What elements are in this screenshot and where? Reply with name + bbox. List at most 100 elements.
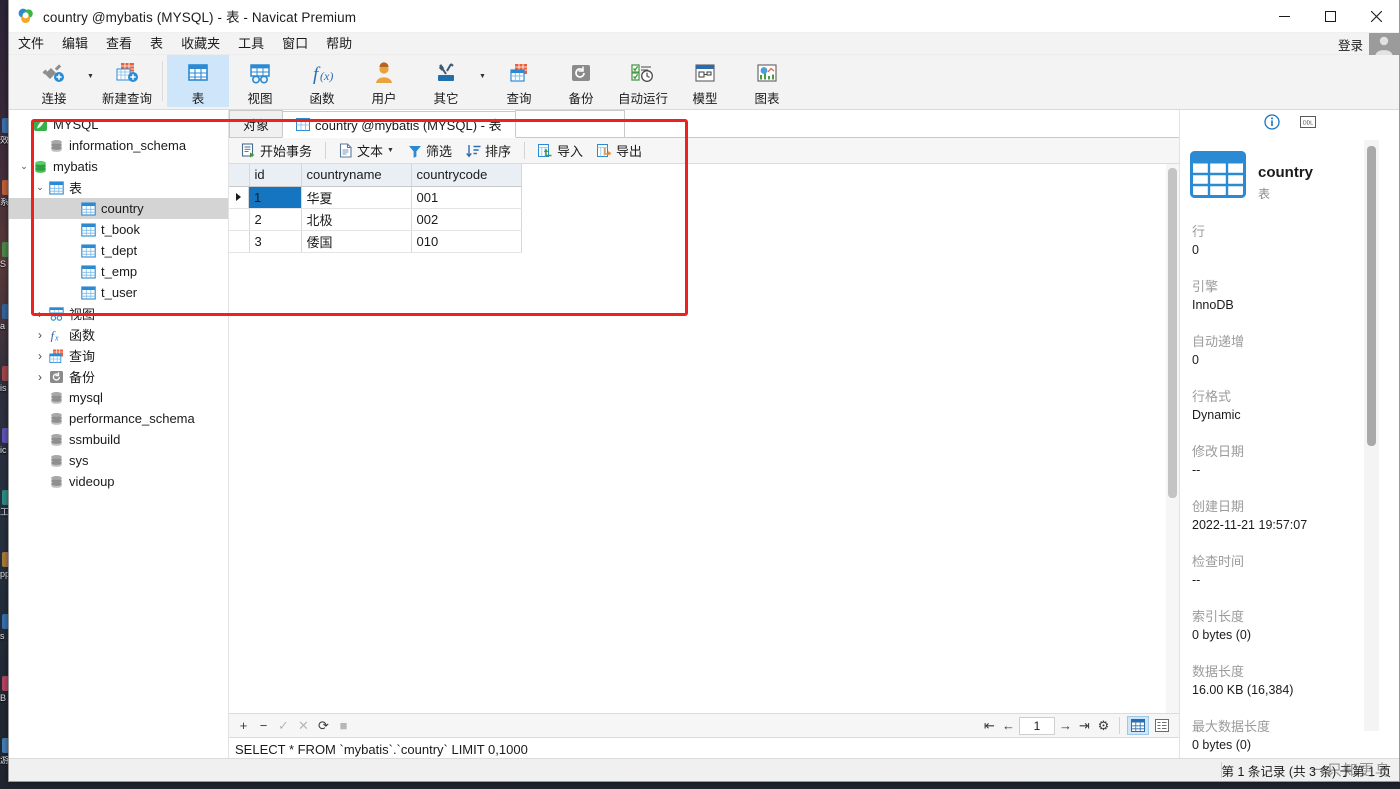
sort-button[interactable]: 排序 xyxy=(460,139,517,162)
ribbon-button-others[interactable]: 其它 xyxy=(415,55,477,107)
menu-item-help[interactable]: 帮助 xyxy=(317,33,361,55)
begin-transaction-button[interactable]: 开始事务 xyxy=(235,139,318,162)
add-record-button[interactable]: + xyxy=(235,717,252,734)
record-info: 第 1 条记录 (共 3 条) 于第 1 页 xyxy=(1221,764,1391,779)
grid-cell-countrycode[interactable]: 001 xyxy=(411,186,522,209)
tree-node-mysql[interactable]: MYSQL xyxy=(9,114,228,135)
ribbon-button-automation[interactable]: 自动运行 xyxy=(612,55,674,107)
tree-node-label: information_schema xyxy=(69,138,187,153)
grid-cell-id[interactable]: 1 xyxy=(249,186,302,209)
table-row[interactable]: 3 倭国 010 xyxy=(229,230,522,253)
connection-dropdown-caret-icon[interactable]: ▼ xyxy=(85,57,96,109)
tree-node-ssmbuild[interactable]: ssmbuild xyxy=(9,429,228,450)
info-icon[interactable] xyxy=(1263,113,1281,131)
tree-node-t_emp[interactable]: t_emp xyxy=(9,261,228,282)
tab-country-table[interactable]: country @mybatis (MYSQL) - 表 xyxy=(282,111,516,138)
filter-button[interactable]: 筛选 xyxy=(402,139,458,162)
menu-item-edit[interactable]: 编辑 xyxy=(53,33,97,55)
grid-scrollbar-thumb[interactable] xyxy=(1168,168,1177,498)
delete-record-button[interactable]: − xyxy=(255,717,272,734)
tree-node--[interactable]: › 备份 xyxy=(9,366,228,387)
avatar[interactable] xyxy=(1369,33,1399,55)
cancel-button[interactable]: ✕ xyxy=(295,717,312,734)
menu-item-view[interactable]: 查看 xyxy=(97,33,141,55)
grid-cell-countryname[interactable]: 北极 xyxy=(301,208,412,231)
prev-page-button[interactable]: ← xyxy=(1000,717,1017,734)
grid-vertical-scrollbar[interactable] xyxy=(1166,164,1179,713)
minimize-button[interactable] xyxy=(1261,0,1307,33)
close-button[interactable] xyxy=(1353,0,1399,33)
ribbon-button-model[interactable]: 模型 xyxy=(674,55,736,107)
ribbon-button-table[interactable]: 表 xyxy=(167,55,229,107)
menu-item-file[interactable]: 文件 xyxy=(9,33,53,55)
first-page-button[interactable]: ⇤ xyxy=(981,717,998,734)
ribbon-button-function[interactable]: f (x) 函数 xyxy=(291,55,353,107)
chevron-down-icon[interactable]: ⌄ xyxy=(17,161,31,172)
ribbon-button-backup[interactable]: 备份 xyxy=(550,55,612,107)
database-open-icon xyxy=(31,160,49,174)
import-button[interactable]: 导入 xyxy=(532,139,589,162)
grid-column-header-countrycode[interactable]: countrycode xyxy=(411,164,522,187)
ribbon-button-chart[interactable]: 图表 xyxy=(736,55,798,107)
ribbon-button-new-query[interactable]: 新建查询 xyxy=(96,55,158,107)
tree-node-sys[interactable]: sys xyxy=(9,450,228,471)
stop-button[interactable]: ■ xyxy=(335,717,352,734)
tree-node-t_book[interactable]: t_book xyxy=(9,219,228,240)
ribbon-button-query[interactable]: 查询 xyxy=(488,55,550,107)
tree-node-performance_schema[interactable]: performance_schema xyxy=(9,408,228,429)
menu-item-table[interactable]: 表 xyxy=(141,33,172,55)
menu-item-window[interactable]: 窗口 xyxy=(273,33,317,55)
info-scrollbar-thumb[interactable] xyxy=(1367,146,1376,446)
ribbon-button-user[interactable]: 用户 xyxy=(353,55,415,107)
tree-node--[interactable]: › 视图 xyxy=(9,303,228,324)
tree-node--[interactable]: › f x 函数 xyxy=(9,324,228,345)
chevron-down-icon[interactable]: ▼ xyxy=(387,147,394,154)
text-button[interactable]: 文本 ▼ xyxy=(333,139,400,162)
ribbon-button-view[interactable]: 视图 xyxy=(229,55,291,107)
tab-objects[interactable]: 对象 xyxy=(229,110,284,137)
tree-node-country[interactable]: country xyxy=(9,198,228,219)
form-view-icon[interactable] xyxy=(1151,716,1173,735)
grid-view-icon[interactable] xyxy=(1127,716,1149,735)
tree-node--[interactable]: › 查询 xyxy=(9,345,228,366)
chevron-down-icon[interactable]: ⌄ xyxy=(33,182,47,193)
last-page-button[interactable]: ⇥ xyxy=(1076,717,1093,734)
tree-node-label: ssmbuild xyxy=(69,432,121,447)
grid-settings-button[interactable]: ⚙ xyxy=(1095,717,1112,734)
svg-text:(x): (x) xyxy=(320,69,333,83)
tree-node-mysql[interactable]: mysql xyxy=(9,387,228,408)
grid-cell-id[interactable]: 3 xyxy=(249,230,302,253)
chevron-right-icon[interactable]: › xyxy=(33,370,47,384)
page-number-input[interactable]: 1 xyxy=(1019,716,1055,735)
grid-cell-countryname[interactable]: 倭国 xyxy=(301,230,412,253)
grid-cell-countrycode[interactable]: 010 xyxy=(411,230,522,253)
others-dropdown-caret-icon[interactable]: ▼ xyxy=(477,57,488,109)
chevron-right-icon[interactable]: › xyxy=(33,349,47,363)
tree-node--[interactable]: ⌄ 表 xyxy=(9,177,228,198)
export-button[interactable]: 导出 xyxy=(591,139,648,162)
tree-node-label: t_user xyxy=(101,285,138,300)
tree-node-mybatis[interactable]: ⌄ mybatis xyxy=(9,156,228,177)
grid-cell-countryname[interactable]: 华夏 xyxy=(301,186,412,209)
next-page-button[interactable]: → xyxy=(1057,717,1074,734)
grid-cell-countrycode[interactable]: 002 xyxy=(411,208,522,231)
table-row[interactable]: 1 华夏 001 xyxy=(229,186,522,209)
chevron-right-icon[interactable]: › xyxy=(33,328,47,342)
ddl-icon[interactable]: DDL xyxy=(1299,113,1317,131)
table-row[interactable]: 2 北极 002 xyxy=(229,208,522,231)
grid-cell-id[interactable]: 2 xyxy=(249,208,302,231)
tree-node-videoup[interactable]: videoup xyxy=(9,471,228,492)
maximize-button[interactable] xyxy=(1307,0,1353,33)
menu-item-favorites[interactable]: 收藏夹 xyxy=(172,33,229,55)
tree-node-information_schema[interactable]: information_schema xyxy=(9,135,228,156)
ribbon-button-connection[interactable]: 连接 xyxy=(23,55,85,107)
grid-column-header-id[interactable]: id xyxy=(249,164,302,187)
tree-node-t_dept[interactable]: t_dept xyxy=(9,240,228,261)
tree-node-t_user[interactable]: t_user xyxy=(9,282,228,303)
chevron-right-icon[interactable]: › xyxy=(33,307,47,321)
confirm-button[interactable]: ✓ xyxy=(275,717,292,734)
refresh-button[interactable]: ⟳ xyxy=(315,717,332,734)
menu-item-tools[interactable]: 工具 xyxy=(229,33,273,55)
grid-column-header-countryname[interactable]: countryname xyxy=(301,164,412,187)
login-link[interactable]: 登录 xyxy=(1338,35,1363,54)
